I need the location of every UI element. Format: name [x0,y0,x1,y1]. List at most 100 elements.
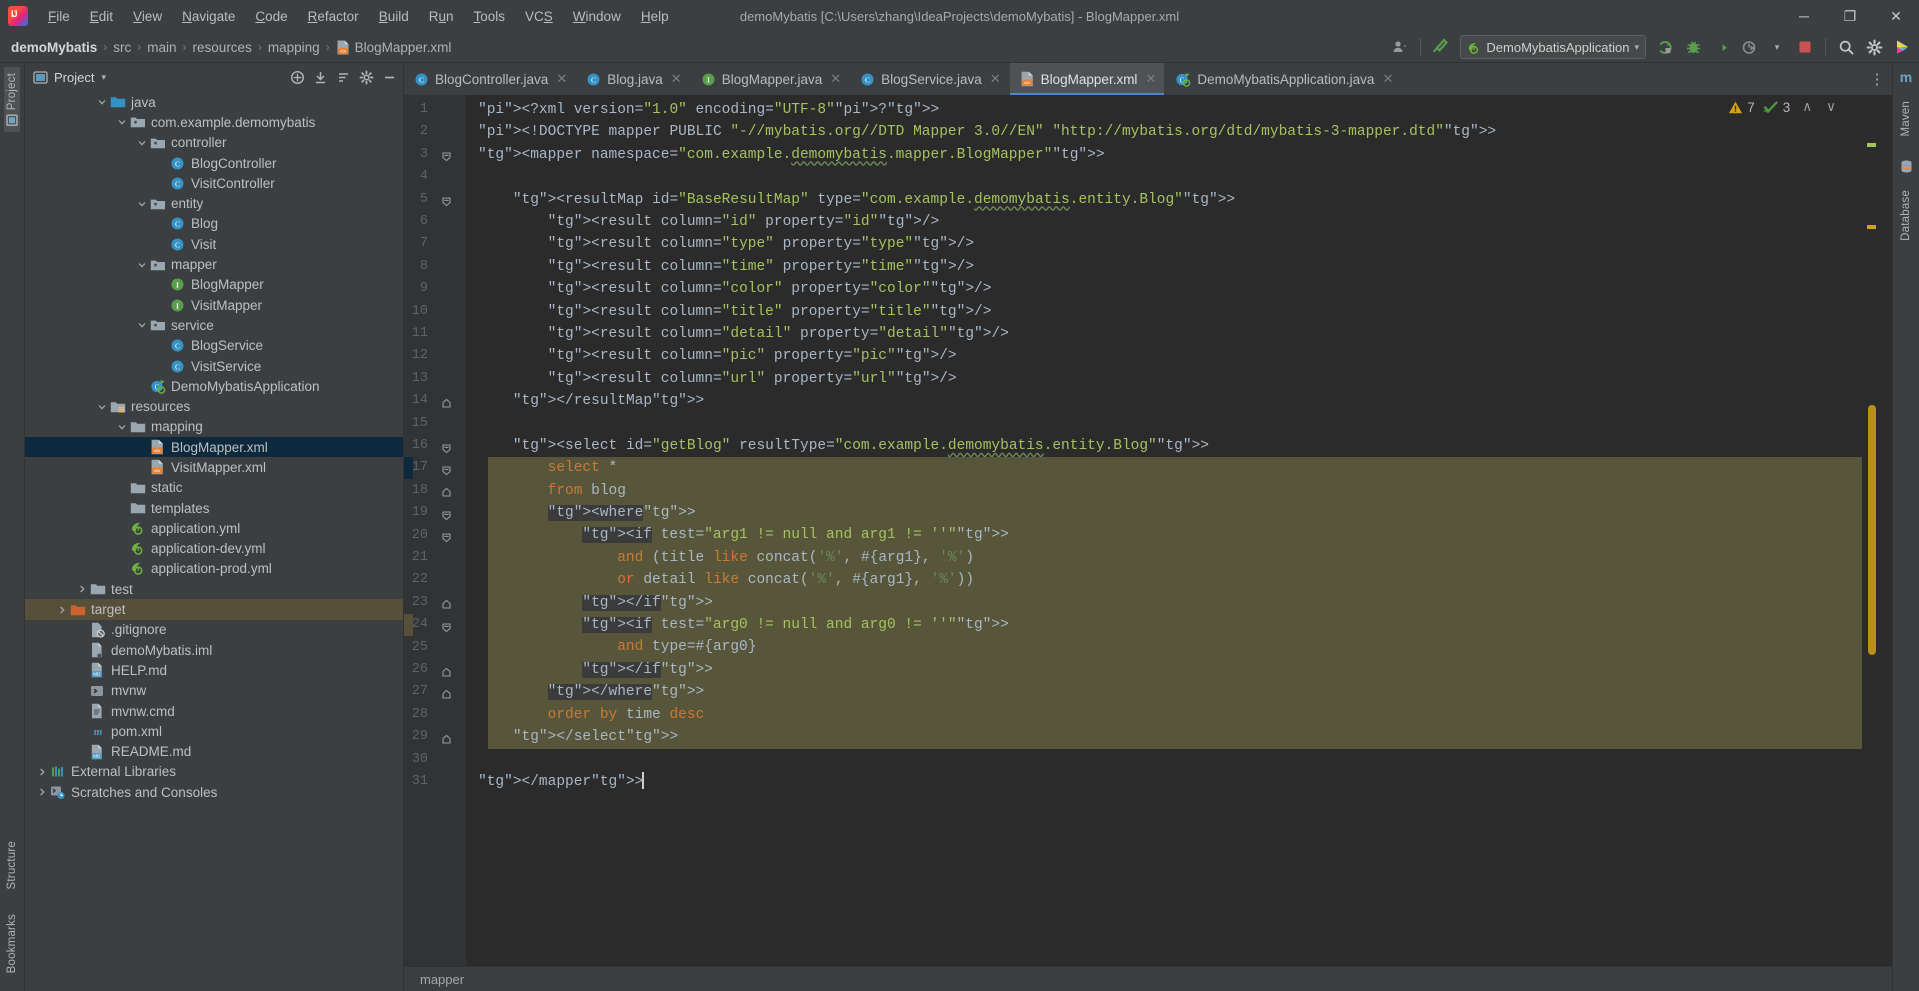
chevron-down-icon[interactable] [135,258,149,272]
chevron-down-icon[interactable]: ▾ [101,72,106,83]
chevron-down-icon[interactable] [115,115,129,129]
fold-collapse-icon[interactable] [440,509,452,521]
run-configuration-selector[interactable]: DemoMybatisApplication ▾ [1460,35,1646,59]
more-tabs-icon[interactable]: ⋮ [1864,67,1890,91]
fold-collapse-icon[interactable] [440,464,452,476]
tree-item-visit[interactable]: C Visit [25,234,403,254]
code-line[interactable]: "tg"><result column="detail" property="d… [466,323,1892,345]
code-line[interactable]: "tg"><if test="arg1 != null and arg1 != … [466,524,1892,546]
tree-item-mvnw-cmd[interactable]: mvnw.cmd [25,701,403,721]
menu-window[interactable]: Window [563,5,631,28]
code-line[interactable]: "tg"><result column="pic" property="pic"… [466,345,1892,367]
tree-item-blogmapper-xml[interactable]: <> BlogMapper.xml [25,437,403,458]
tool-window-maven[interactable]: Maven [1898,95,1914,143]
tree-item-mvnw[interactable]: mvnw [25,681,403,701]
code-line[interactable]: from blog [466,480,1892,502]
project-tree[interactable]: java com.example.demomybatis controller C Bl… [25,91,403,991]
tree-item-blogservice[interactable]: C BlogService [25,336,403,356]
tool-window-bookmarks[interactable]: Bookmarks [4,908,20,979]
menu-refactor[interactable]: Refactor [298,5,369,28]
code-line[interactable]: "tg"><result column="time" property="tim… [466,256,1892,278]
code-line[interactable]: "tg"><result column="url" property="url"… [466,368,1892,390]
editor-tab-blogmapper-java[interactable]: I BlogMapper.java ✕ [691,63,851,95]
code-line[interactable]: and (title like concat('%', #{arg1}, '%'… [466,547,1892,569]
code-line[interactable]: order by time desc [466,704,1892,726]
settings-icon[interactable] [356,67,376,87]
editor-tab-blogservice-java[interactable]: C BlogService.java ✕ [850,63,1010,95]
breadcrumb-item-main[interactable]: main [144,38,179,57]
run-icon[interactable] [1652,35,1678,59]
next-problem-button[interactable]: ∨ [1826,99,1836,115]
tree-item-visitmapper[interactable]: I VisitMapper [25,295,403,315]
code-line[interactable]: "tg"><if test="arg0 != null and arg0 != … [466,614,1892,636]
breadcrumb-item-mapping[interactable]: mapping [265,38,323,57]
tool-window-project[interactable]: Project [4,67,20,133]
code-line[interactable]: or detail like concat('%', #{arg1}, '%')… [466,569,1892,591]
breadcrumb-item-src[interactable]: src [110,38,134,57]
sort-icon[interactable] [333,67,353,87]
code-line[interactable]: "tg"><mapper namespace="com.example.demo… [466,144,1892,166]
code-line[interactable] [466,412,1892,434]
editor-tab-blog-java[interactable]: C Blog.java ✕ [576,63,691,95]
close-tab-icon[interactable]: ✕ [990,71,1001,87]
chevron-right-icon[interactable] [55,603,69,617]
tree-item-static[interactable]: static [25,478,403,498]
tree-item-test[interactable]: test [25,579,403,599]
fold-collapse-icon[interactable] [440,442,452,454]
fold-collapse-icon[interactable] [440,196,452,208]
chevron-down-icon[interactable] [115,420,129,434]
fold-end-icon[interactable] [440,688,452,700]
tree-item-templates[interactable]: templates [25,498,403,518]
tree-item-application-dev-yml[interactable]: application-dev.yml [25,539,403,559]
tree-item-java[interactable]: java [25,92,403,112]
updates-icon[interactable] [1889,35,1915,59]
menu-edit[interactable]: Edit [80,5,123,28]
tree-item-blog[interactable]: C Blog [25,214,403,234]
code-line[interactable] [466,748,1892,770]
close-tab-icon[interactable]: ✕ [671,71,682,87]
code-line[interactable]: "tg"><result column="title" property="ti… [466,301,1892,323]
expand-all-icon[interactable] [287,67,307,87]
code-line[interactable]: "tg"><where"tg">> [466,502,1892,524]
tree-item-pom-xml[interactable]: m pom.xml [25,721,403,741]
tree-item-application-yml[interactable]: application.yml [25,518,403,538]
breadcrumb-item-file[interactable]: <> BlogMapper.xml [333,38,455,57]
tree-item-visitmapper-xml[interactable]: <> VisitMapper.xml [25,457,403,477]
editor-tab-blogcontroller-java[interactable]: C BlogController.java ✕ [404,63,577,95]
menu-code[interactable]: Code [245,5,297,28]
tree-item-readme-md[interactable]: MD README.md [25,742,403,762]
build-hammer-icon[interactable] [1428,35,1454,59]
menu-vcs[interactable]: VCS [515,5,563,28]
code-area[interactable]: "pi"><?xml version="1.0" encoding="UTF-8… [466,95,1892,966]
stop-icon[interactable] [1792,35,1818,59]
code-editor[interactable]: 1 2 3 4 5 6 7 8 9 10 11 12 13 14 15 16 17 18 19 20 21 22 23 24 2… [404,95,1892,966]
hide-icon[interactable] [379,67,399,87]
prev-problem-button[interactable]: ∧ [1802,99,1812,115]
tree-item-entity[interactable]: entity [25,193,403,213]
code-line[interactable] [466,166,1892,188]
fold-end-icon[interactable] [440,666,452,678]
tree-item-demomybatisapplication[interactable]: C DemoMybatisApplication [25,376,403,396]
close-tab-icon[interactable]: ✕ [1145,71,1156,87]
profiler-icon[interactable] [1736,35,1762,59]
debug-icon[interactable] [1680,35,1706,59]
tree-item-service[interactable]: service [25,315,403,335]
code-line[interactable]: "tg"></if"tg">> [466,659,1892,681]
code-line[interactable]: "tg"></if"tg">> [466,592,1892,614]
tree-item-resources[interactable]: resources [25,396,403,416]
code-line[interactable]: "tg"><result column="id" property="id""t… [466,211,1892,233]
chevron-down-icon[interactable] [135,197,149,211]
scroll-marker[interactable] [1867,225,1876,229]
tree-item-visitservice[interactable]: C VisitService [25,356,403,376]
editor-scrollbar[interactable] [1866,95,1878,966]
code-line[interactable]: and type=#{arg0} [466,636,1892,658]
chevron-right-icon[interactable] [35,785,49,799]
tree-item-com-example-demomybatis[interactable]: com.example.demomybatis [25,112,403,132]
chevron-down-icon[interactable]: ▾ [1634,42,1639,53]
close-tab-icon[interactable]: ✕ [830,71,841,87]
chevron-right-icon[interactable] [35,765,49,779]
tree-item-blogcontroller[interactable]: C BlogController [25,153,403,173]
editor-tab-demomybatisapplication-java[interactable]: C DemoMybatisApplication.java ✕ [1165,63,1403,95]
code-line[interactable]: select * [466,457,1892,479]
chevron-down-icon[interactable] [135,318,149,332]
